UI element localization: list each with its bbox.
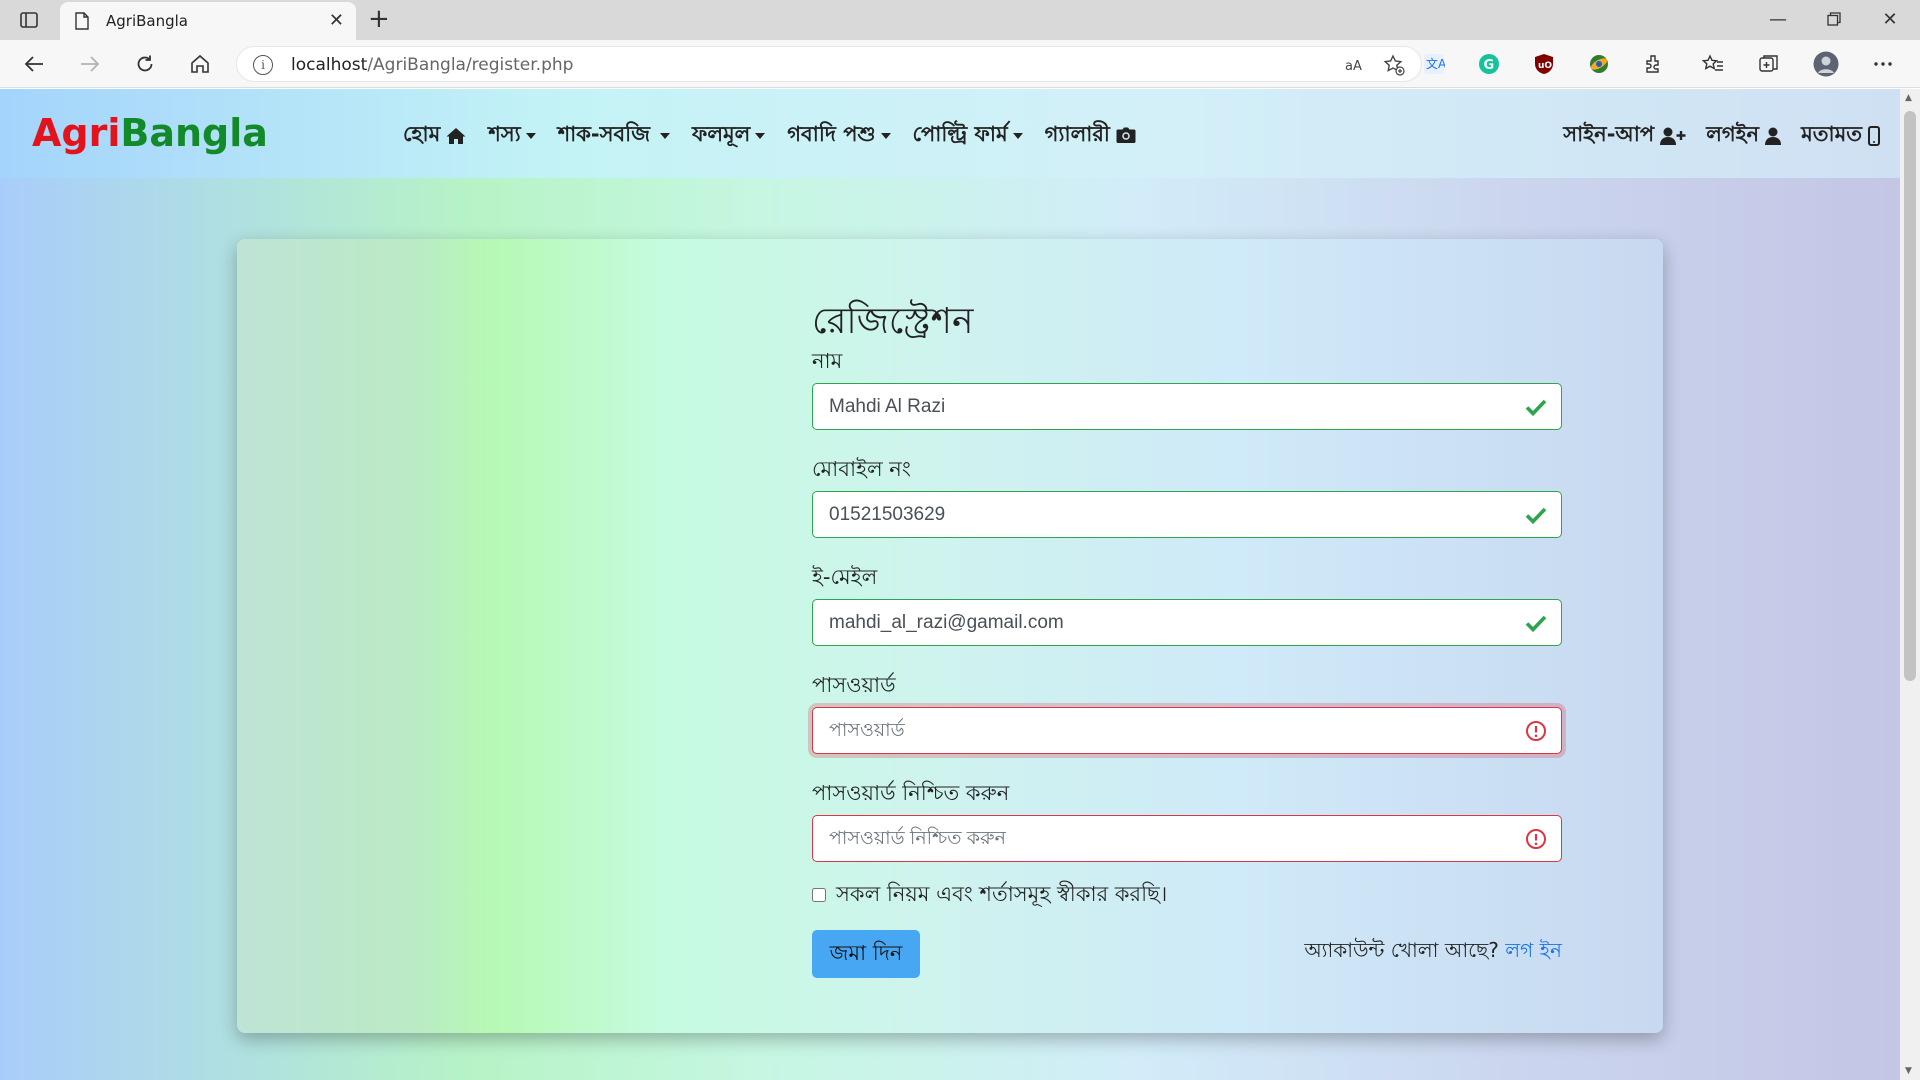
grammarly-icon[interactable]: G bbox=[1476, 51, 1502, 77]
translate-icon[interactable]: 文A bbox=[1421, 51, 1447, 77]
camera-icon bbox=[1116, 127, 1136, 143]
tab-close-icon[interactable]: ✕ bbox=[329, 11, 344, 31]
menu-fruits[interactable]: ফলমূল bbox=[692, 118, 766, 153]
browser-tab[interactable]: AgriBangla ✕ bbox=[60, 2, 356, 40]
name-input[interactable] bbox=[812, 383, 1562, 430]
address-bar[interactable]: i localhost/AgriBangla/register.php aA bbox=[236, 46, 1422, 82]
user-icon bbox=[1765, 127, 1782, 145]
tab-title: AgriBangla bbox=[106, 12, 188, 30]
collections-icon[interactable] bbox=[1756, 51, 1782, 77]
extensions-icon[interactable] bbox=[1641, 51, 1667, 77]
login-note: অ্যাকাউন্ট খোলা আছে? লগ ইন bbox=[1304, 938, 1562, 962]
profile-avatar[interactable] bbox=[1813, 51, 1839, 77]
scroll-up-icon[interactable]: ▲ bbox=[1905, 93, 1912, 103]
home-button[interactable] bbox=[184, 48, 216, 80]
tab-actions-icon[interactable] bbox=[18, 9, 40, 31]
menu-crops[interactable]: শস্য bbox=[488, 118, 536, 153]
menu-home[interactable]: হোম bbox=[403, 118, 466, 153]
name-label: নাম bbox=[812, 349, 843, 373]
menu-feedback[interactable]: মতামত bbox=[1801, 118, 1880, 153]
caret-down-icon bbox=[659, 132, 670, 139]
user-plus-icon bbox=[1660, 127, 1686, 145]
main-menu: হোম শস্য শাক-সবজি ফলমূল গবাদি পশু পোল্ট্… bbox=[403, 118, 1158, 153]
menu-vegetables[interactable]: শাক-সবজি bbox=[558, 118, 670, 153]
page-scrollbar[interactable]: ▲ ▼ bbox=[1900, 89, 1920, 1080]
svg-text:uO: uO bbox=[1538, 61, 1552, 71]
form-title: রেজিস্ট্রেশন bbox=[812, 301, 974, 342]
add-favorite-icon[interactable] bbox=[1383, 54, 1405, 76]
reload-button[interactable] bbox=[129, 48, 161, 80]
site-navbar: AgriBangla হোম শস্য শাক-সবজি ফলমূল গবাদি… bbox=[0, 89, 1900, 178]
password-input[interactable] bbox=[812, 707, 1562, 754]
form-actions: জমা দিন অ্যাকাউন্ট খোলা আছে? লগ ইন bbox=[812, 930, 1562, 986]
mobile-icon bbox=[1868, 125, 1880, 146]
menu-poultry[interactable]: পোল্ট্রি ফার্ম bbox=[913, 118, 1023, 153]
submit-button[interactable]: জমা দিন bbox=[812, 930, 920, 978]
home-icon bbox=[446, 127, 466, 144]
valid-check-icon bbox=[1525, 507, 1547, 525]
terms-checkbox[interactable] bbox=[812, 888, 826, 902]
scroll-down-icon[interactable]: ▼ bbox=[1905, 1066, 1912, 1076]
new-tab-button[interactable]: + bbox=[368, 6, 390, 32]
caret-down-icon bbox=[755, 132, 766, 139]
globe-extension-icon[interactable] bbox=[1586, 51, 1612, 77]
restore-button[interactable] bbox=[1814, 6, 1854, 32]
minimize-button[interactable]: — bbox=[1758, 6, 1798, 32]
browser-toolbar: i localhost/AgriBangla/register.php aA 文… bbox=[0, 40, 1920, 88]
ublock-icon[interactable]: uO bbox=[1531, 51, 1557, 77]
svg-text:文A: 文A bbox=[1426, 56, 1445, 71]
error-icon bbox=[1526, 721, 1546, 741]
account-menu: সাইন-আপ লগইন মতামত bbox=[1543, 118, 1880, 153]
back-button[interactable] bbox=[18, 48, 50, 80]
close-window-button[interactable]: ✕ bbox=[1870, 6, 1910, 32]
registration-card: রেজিস্ট্রেশন নাম মোবাইল নং ই-মেইল পাসওয়… bbox=[237, 239, 1663, 1033]
favorites-icon[interactable] bbox=[1700, 51, 1726, 77]
caret-down-icon bbox=[880, 132, 891, 139]
page-viewport: AgriBangla হোম শস্য শাক-সবজি ফলমূল গবাদি… bbox=[0, 89, 1900, 1080]
password-label: পাসওয়ার্ড bbox=[812, 673, 896, 697]
menu-gallery[interactable]: গ্যালারী bbox=[1045, 118, 1136, 153]
valid-check-icon bbox=[1525, 615, 1547, 633]
scroll-thumb[interactable] bbox=[1904, 111, 1916, 681]
read-aloud-icon[interactable]: aA bbox=[1345, 54, 1367, 76]
page-icon bbox=[74, 12, 92, 30]
site-info-icon[interactable]: i bbox=[253, 55, 273, 75]
login-link[interactable]: লগ ইন bbox=[1505, 938, 1562, 962]
confirm-password-label: পাসওয়ার্ড নিশ্চিত করুন bbox=[812, 781, 1010, 805]
browser-tab-bar: AgriBangla ✕ + — ✕ bbox=[0, 0, 1920, 40]
caret-down-icon bbox=[525, 132, 536, 139]
email-input[interactable] bbox=[812, 599, 1562, 646]
error-icon bbox=[1526, 829, 1546, 849]
mobile-input[interactable] bbox=[812, 491, 1562, 538]
terms-row: সকল নিয়ম এবং শর্তাসমূহ স্বীকার করছি। bbox=[812, 880, 1562, 910]
terms-label[interactable]: সকল নিয়ম এবং শর্তাসমূহ স্বীকার করছি। bbox=[836, 878, 1167, 913]
valid-check-icon bbox=[1525, 399, 1547, 417]
registration-form: রেজিস্ট্রেশন নাম মোবাইল নং ই-মেইল পাসওয়… bbox=[812, 294, 1562, 986]
confirm-password-input[interactable] bbox=[812, 815, 1562, 862]
menu-livestock[interactable]: গবাদি পশু bbox=[787, 118, 891, 153]
svg-text:aA: aA bbox=[1345, 59, 1362, 74]
svg-text:G: G bbox=[1484, 58, 1495, 73]
caret-down-icon bbox=[1012, 132, 1023, 139]
email-label: ই-মেইল bbox=[812, 565, 878, 589]
menu-signup[interactable]: সাইন-আপ bbox=[1563, 118, 1686, 153]
forward-button[interactable] bbox=[74, 48, 106, 80]
url-text[interactable]: localhost/AgriBangla/register.php bbox=[291, 55, 573, 75]
mobile-label: মোবাইল নং bbox=[812, 457, 911, 481]
more-menu-icon[interactable] bbox=[1870, 51, 1896, 77]
brand-logo[interactable]: AgriBangla bbox=[32, 111, 268, 155]
menu-login[interactable]: লগইন bbox=[1706, 118, 1782, 153]
